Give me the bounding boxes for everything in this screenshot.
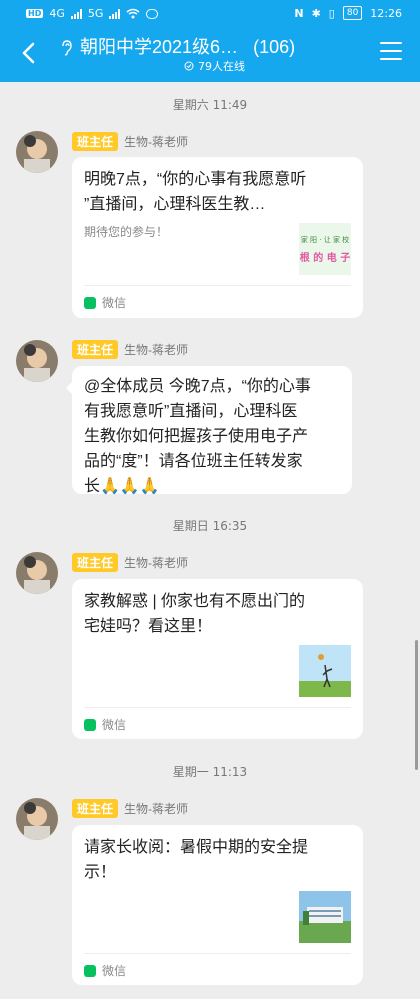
card-thumbnail: 家 阳 · 让 家 校 根 的 电 子 [299,223,351,275]
wechat-icon [84,718,96,731]
chat-title: 朝阳中学2021级6… (106) [80,33,295,59]
online-count: 79人在线 [198,60,245,73]
card-source-label: 微信 [102,718,127,732]
wechat-icon [84,964,96,977]
card-title-line: 宅娃吗？看这里！ [84,618,213,635]
sender-name: 生物-蒋老师 [124,802,189,816]
vibrate-icon: ▯ [328,6,335,20]
back-icon[interactable] [14,38,44,68]
wechat-icon [84,296,96,309]
thumb-text-top: 家 阳 · 让 家 校 [300,236,350,244]
text-message-bubble[interactable]: @全体成员 今晚7点，“你的心事 有我愿意听”直播间，心理科医 生教你如何把握孩… [66,366,352,495]
timestamp: 星期日 16:35 [172,519,248,533]
card-title-line: 家教解惑 | 你家也有不愿出门的 [84,593,306,610]
card-thumbnail [299,645,351,697]
card-title-line: 明晚7点，“你的心事有我愿意听 [84,171,307,188]
role-badge: 班主任 [72,799,119,818]
menu-icon[interactable] [380,42,402,62]
ear-icon[interactable] [60,40,72,56]
timestamp: 星期六 11:49 [172,98,248,112]
card-title-line: 请家长收阅：暑假中期的安全提 [84,839,309,856]
card-source: 微信 [84,962,126,979]
link-card[interactable]: 明晚7点，“你的心事有我愿意听 ”直播间，心理科医生教… 期待您的参与！ 家 阳… [72,157,363,318]
link-card[interactable]: 家教解惑 | 你家也有不愿出门的 宅娃吗？看这里！ 微信 [72,579,363,739]
sender-info: 班主任 生物-蒋老师 [72,132,188,151]
link-card[interactable]: 请家长收阅：暑假中期的安全提 示！ 微信 [72,825,363,985]
avatar[interactable] [16,798,58,840]
bluetooth-icon: ✱ [311,6,321,20]
role-badge: 班主任 [72,553,119,572]
sender-name: 生物-蒋老师 [124,556,189,570]
online-icon [184,61,194,71]
message-line: @全体成员 今晚7点，“你的心事 [84,378,311,395]
network-type-2: 5G [87,7,104,20]
wechat-notification-icon [146,8,159,19]
card-title: 家教解惑 | 你家也有不愿出门的 宅娃吗？看这里！ [84,589,305,639]
clock: 12:26 [370,6,402,20]
card-source: 微信 [84,716,126,733]
card-divider [84,285,351,286]
card-title: 请家长收阅：暑假中期的安全提 示！ [84,835,308,885]
status-bar: HD 4G 5G N ✱ ▯ 80 12:26 [0,0,420,28]
card-source: 微信 [84,294,126,311]
chat-header: 朝阳中学2021级6… (106) 79人在线 [0,28,420,82]
hd-icon: HD [26,9,44,18]
message-line: 有我愿意听”直播间，心理科医 [84,403,298,420]
card-source-label: 微信 [102,964,127,978]
role-badge: 班主任 [72,340,119,359]
scrollbar[interactable] [415,640,418,770]
avatar[interactable] [16,552,58,594]
message-line: 长🙏🙏🙏 [84,478,160,495]
signal-icon-2 [109,8,121,19]
avatar[interactable] [16,340,58,382]
card-title-line: 示！ [84,864,117,881]
nfc-icon: N [294,6,304,20]
wifi-icon [126,8,140,19]
sender-name: 生物-蒋老师 [124,135,189,149]
sender-info: 班主任 生物-蒋老师 [72,799,188,818]
status-left: HD 4G 5G [26,7,159,20]
card-title: 明晚7点，“你的心事有我愿意听 ”直播间，心理科医生教… [84,167,306,217]
sender-info: 班主任 生物-蒋老师 [72,553,188,572]
member-count: (106) [253,37,296,57]
sender-info: 班主任 生物-蒋老师 [72,340,188,359]
card-divider [84,953,351,954]
message-line: 生教你如何把握孩子使用电子产 [84,428,309,445]
card-thumbnail [299,891,351,943]
avatar[interactable] [16,131,58,173]
online-status: 79人在线 [184,58,245,74]
card-description: 期待您的参与！ [84,225,169,239]
card-source-label: 微信 [102,296,127,310]
card-title-line: ”直播间，心理科医生教… [84,196,266,213]
thumb-text-bottom: 根 的 电 子 [299,253,351,264]
card-divider [84,707,351,708]
message-line: 品的“度”！请各位班主任转发家 [84,453,303,470]
sender-name: 生物-蒋老师 [124,343,189,357]
signal-icon [70,8,82,19]
network-type-1: 4G [49,7,65,20]
role-badge: 班主任 [72,132,119,151]
group-name: 朝阳中学2021级6… [80,37,239,57]
battery-icon: 80 [342,6,363,20]
status-right: N ✱ ▯ 80 12:26 [294,6,402,20]
timestamp: 星期一 11:13 [172,765,248,779]
